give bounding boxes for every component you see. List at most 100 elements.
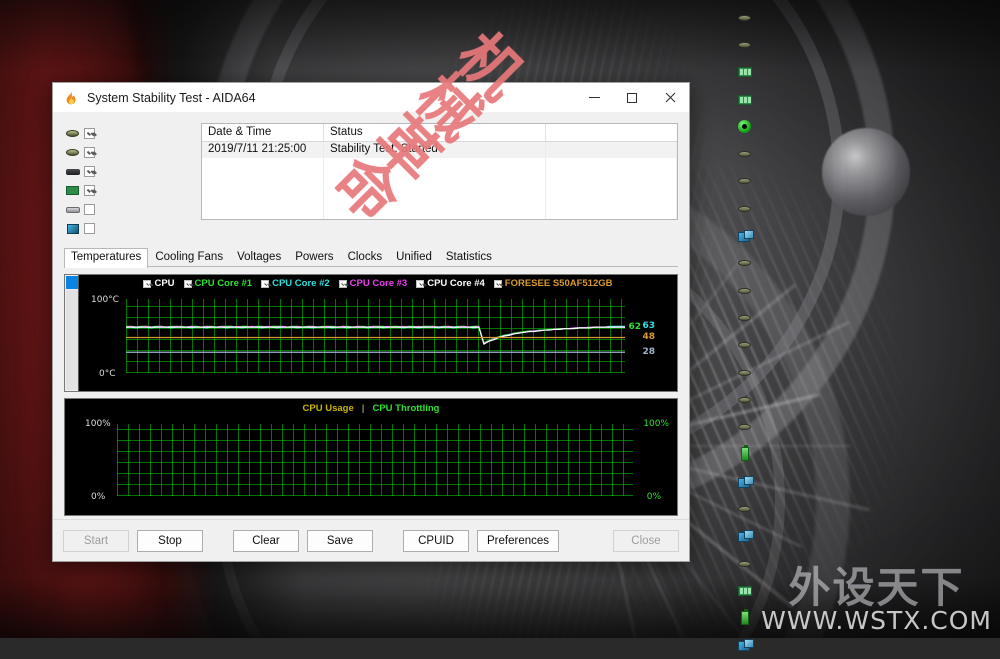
- gpu-icon: [736, 120, 753, 134]
- temperatures-legend: CPU CPU Core #1 CPU Core #2 CPU Core #3 CPU …: [79, 278, 677, 289]
- legend-label: CPU Core #3: [349, 278, 408, 289]
- legend-checkbox[interactable]: [493, 279, 502, 288]
- cpu-icon: [736, 342, 753, 349]
- battery-icon: [736, 609, 753, 626]
- legend-item[interactable]: CPU Core #3: [338, 278, 408, 289]
- cpu-icon: [736, 396, 753, 403]
- current-value-readout: 28: [642, 347, 655, 357]
- wstx-watermark-cn: 外设天下: [788, 563, 965, 612]
- stop-button[interactable]: Stop: [137, 529, 203, 552]
- osd-row: [736, 277, 998, 304]
- usage-y-bottom-left: 0%: [91, 492, 106, 502]
- minimize-button[interactable]: [575, 83, 613, 113]
- stress-option-checkbox[interactable]: [84, 223, 95, 234]
- cpu-usage-canvas: CPU Usage | CPU Throttling 100% 0% 100% 0%: [65, 399, 677, 515]
- legend-label: FORESEE S50AF512GB: [504, 278, 613, 289]
- stress-option-row[interactable]: [64, 163, 197, 180]
- cpu-icon: [736, 41, 753, 48]
- memory-icon: [736, 67, 753, 78]
- osd-row: [736, 140, 998, 167]
- clear-button[interactable]: Clear: [233, 529, 299, 552]
- tab-powers[interactable]: Powers: [288, 248, 340, 266]
- graph-area: CPU CPU Core #1 CPU Core #2 CPU Core #3 CPU …: [64, 274, 678, 516]
- osd-row: [736, 168, 998, 195]
- cpu-icon: [736, 314, 753, 321]
- stress-option-row[interactable]: [64, 125, 197, 142]
- legend-checkbox[interactable]: [338, 279, 347, 288]
- stress-option-checkbox[interactable]: [84, 128, 95, 139]
- stress-option-row[interactable]: [64, 201, 197, 218]
- cpu-usage-title: CPU Usage | CPU Throttling: [65, 403, 677, 414]
- wstx-watermark-en: WWW.WSTX.COM: [761, 606, 992, 635]
- cpu-icon: [736, 560, 753, 567]
- gpu-icon: [64, 223, 81, 234]
- legend-label: CPU Core #2: [272, 278, 330, 289]
- legend-checkbox[interactable]: [143, 279, 152, 288]
- osd-row: [736, 250, 998, 277]
- maximize-button[interactable]: [613, 83, 651, 113]
- legend-checkbox[interactable]: [416, 279, 425, 288]
- cpu-usage-title-part: CPU Throttling: [372, 403, 440, 414]
- save-button[interactable]: Save: [307, 529, 373, 552]
- window-controls: [575, 83, 689, 113]
- usage-y-bottom-right: 0%: [646, 492, 661, 502]
- current-value-readout: 62: [628, 322, 641, 332]
- cpu-icon: [736, 14, 753, 21]
- aida64-flame-icon: [63, 90, 79, 106]
- osd-row: [736, 441, 998, 468]
- window-titlebar[interactable]: System Stability Test - AIDA64: [53, 83, 689, 113]
- legend-item[interactable]: CPU Core #4: [416, 278, 485, 289]
- cpuid-button[interactable]: CPUID: [403, 529, 469, 552]
- close-window-button[interactable]: [651, 83, 689, 113]
- legend-label: CPU: [154, 278, 175, 289]
- cpu-usage-title-part: CPU Usage: [302, 403, 354, 414]
- cpu-icon: [736, 151, 753, 158]
- y-axis-top-label: 100°C: [91, 295, 119, 305]
- legend-item[interactable]: CPU: [143, 278, 175, 289]
- stress-option-checkbox[interactable]: [84, 166, 95, 177]
- log-datetime: 2019/7/11 21:25:00: [202, 142, 324, 158]
- vga-icon: [736, 530, 754, 543]
- wstx-watermark: 外设天下 WWW.WSTX.COM: [761, 563, 992, 635]
- scrollbar-thumb[interactable]: [66, 276, 78, 289]
- legend-item[interactable]: CPU Core #2: [261, 278, 330, 289]
- stress-option-checkbox[interactable]: [84, 204, 95, 215]
- cache-icon: [64, 168, 81, 175]
- temperatures-plot: [126, 299, 625, 373]
- tab-bar: Temperatures Cooling Fans Voltages Powers Cl…: [64, 248, 678, 268]
- osd-row: [736, 59, 998, 86]
- series-line: [126, 327, 625, 344]
- legend-checkbox[interactable]: [261, 279, 270, 288]
- tab-temperatures[interactable]: Temperatures: [64, 248, 149, 268]
- osd-row: [736, 386, 998, 413]
- vga-icon: [736, 639, 754, 652]
- legend-checkbox[interactable]: [183, 279, 192, 288]
- stress-option-row[interactable]: [64, 182, 197, 199]
- memory-icon: [736, 94, 753, 105]
- vga-icon: [736, 475, 754, 488]
- cpu-icon: [736, 505, 753, 512]
- osd-row: [736, 359, 998, 386]
- fpu-icon: [64, 149, 81, 156]
- osd-row: [736, 413, 998, 440]
- preferences-button[interactable]: Preferences: [477, 529, 560, 552]
- stress-option-row[interactable]: [64, 144, 197, 161]
- tab-cooling-fans[interactable]: Cooling Fans: [148, 248, 230, 266]
- stress-option-checkbox[interactable]: [84, 185, 95, 196]
- tab-clocks[interactable]: Clocks: [341, 248, 390, 266]
- window-title: System Stability Test - AIDA64: [87, 90, 256, 105]
- legend-label: CPU Core #1: [194, 278, 253, 289]
- legend-item[interactable]: FORESEE S50AF512GB: [493, 278, 613, 289]
- stress-option-checkbox[interactable]: [84, 147, 95, 158]
- legend-item[interactable]: CPU Core #1: [183, 278, 253, 289]
- graph-scrollbar[interactable]: [65, 275, 79, 391]
- osd-row: [736, 495, 998, 522]
- stress-option-row[interactable]: [64, 220, 197, 237]
- osd-row: [736, 113, 998, 140]
- table-column-header[interactable]: Date & Time: [202, 124, 324, 141]
- osd-row: [736, 332, 998, 359]
- scrollbar-track[interactable]: [66, 290, 78, 390]
- usage-y-top-right: 100%: [643, 419, 669, 429]
- cpu-icon: [736, 424, 753, 431]
- tab-voltages[interactable]: Voltages: [230, 248, 288, 266]
